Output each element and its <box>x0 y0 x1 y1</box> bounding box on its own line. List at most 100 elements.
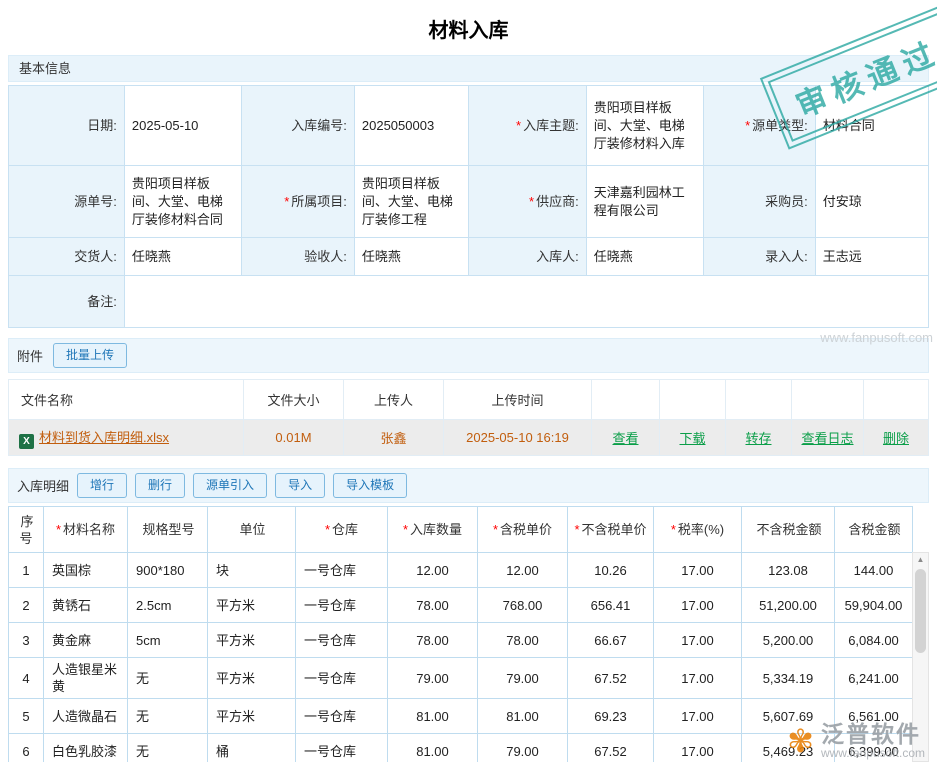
delete-row-button[interactable]: 删行 <box>135 473 185 498</box>
cell-amount-with-tax: 6,084.00 <box>835 623 913 658</box>
form-row-4: 备注: <box>9 276 929 328</box>
cell-warehouse: 一号仓库 <box>296 734 388 763</box>
col-header-spec-model: 规格型号 <box>128 507 208 553</box>
cell-tax-rate: 17.00 <box>654 553 742 588</box>
basic-info-table: 日期: 2025-05-10 入库编号: 2025050003 *入库主题: 贵… <box>8 85 929 328</box>
col-header-material-name: *材料名称 <box>44 507 128 553</box>
col-header-action <box>792 380 864 420</box>
cell-seq: 3 <box>9 623 44 658</box>
cell-material-name: 人造银星米黄 <box>44 658 128 699</box>
delete-link[interactable]: 删除 <box>883 431 909 446</box>
field-value-subject: 贵阳项目样板间、大堂、电梯厅装修材料入库 <box>586 86 703 166</box>
view-link[interactable]: 查看 <box>612 431 638 446</box>
attachment-file-link[interactable]: 材料到货入库明细.xlsx <box>39 430 169 445</box>
detail-toolbar: 入库明细 增行 删行 源单引入 导入 导入模板 <box>8 468 929 503</box>
col-header-unit: 单位 <box>208 507 296 553</box>
cell-spec: 5cm <box>128 623 208 658</box>
field-label-project: *所属项目: <box>241 166 354 238</box>
detail-section-title: 入库明细 <box>17 476 69 495</box>
detail-row: 3 黄金麻 5cm 平方米 一号仓库 78.00 78.00 66.67 17.… <box>9 623 913 658</box>
import-from-source-button[interactable]: 源单引入 <box>193 473 267 498</box>
detail-row: 6 白色乳胶漆 无 桶 一号仓库 81.00 79.00 67.52 17.00… <box>9 734 913 763</box>
cell-price-with-tax: 79.00 <box>478 734 568 763</box>
scrollbar-up-arrow-icon[interactable]: ▲ <box>913 553 928 567</box>
field-label-supplier: *供应商: <box>468 166 586 238</box>
cell-warehouse: 一号仓库 <box>296 699 388 734</box>
attachment-action-cell: 删除 <box>864 420 929 456</box>
cell-price-with-tax: 78.00 <box>478 623 568 658</box>
attachment-uploader: 张鑫 <box>344 420 444 456</box>
col-header-action <box>660 380 726 420</box>
col-header-quantity: *入库数量 <box>388 507 478 553</box>
cell-material-name: 人造微晶石 <box>44 699 128 734</box>
cell-price-with-tax: 81.00 <box>478 699 568 734</box>
cell-tax-rate: 17.00 <box>654 734 742 763</box>
cell-material-name: 英国棕 <box>44 553 128 588</box>
cell-amount-with-tax: 6,241.00 <box>835 658 913 699</box>
add-row-button[interactable]: 增行 <box>77 473 127 498</box>
field-value-stock-keeper: 任晓燕 <box>586 238 703 276</box>
cell-quantity: 78.00 <box>388 623 478 658</box>
batch-upload-button[interactable]: 批量上传 <box>53 343 127 368</box>
attachments-bar: 附件 批量上传 <box>8 338 929 373</box>
scrollbar-thumb[interactable] <box>915 569 926 653</box>
cell-tax-rate: 17.00 <box>654 588 742 623</box>
attachment-file-name-cell: X材料到货入库明细.xlsx <box>9 420 244 456</box>
cell-warehouse: 一号仓库 <box>296 623 388 658</box>
attachment-action-cell: 查看 <box>592 420 660 456</box>
vertical-scrollbar[interactable]: ▲ <box>912 552 929 762</box>
col-header-action <box>726 380 792 420</box>
cell-price-no-tax: 656.41 <box>568 588 654 623</box>
col-header-amount-with-tax: 含税金额 <box>835 507 913 553</box>
save-as-link[interactable]: 转存 <box>745 431 771 446</box>
field-value-source-type: 材料合同 <box>815 86 928 166</box>
cell-spec: 900*180 <box>128 553 208 588</box>
basic-info-section-header: 基本信息 <box>8 55 929 82</box>
detail-row: 1 英国棕 900*180 块 一号仓库 12.00 12.00 10.26 1… <box>9 553 913 588</box>
field-value-date: 2025-05-10 <box>124 86 241 166</box>
attachment-action-cell: 转存 <box>726 420 792 456</box>
field-label-subject: *入库主题: <box>468 86 586 166</box>
cell-warehouse: 一号仓库 <box>296 588 388 623</box>
import-button[interactable]: 导入 <box>275 473 325 498</box>
cell-unit: 平方米 <box>208 658 296 699</box>
attachments-section-title: 附件 <box>17 346 43 365</box>
field-label-buyer: 采购员: <box>703 166 815 238</box>
col-header-file-size: 文件大小 <box>244 380 344 420</box>
col-header-file-name: 文件名称 <box>9 380 244 420</box>
col-header-price-with-tax: *含税单价 <box>478 507 568 553</box>
cell-warehouse: 一号仓库 <box>296 658 388 699</box>
cell-price-with-tax: 12.00 <box>478 553 568 588</box>
import-template-button[interactable]: 导入模板 <box>333 473 407 498</box>
field-value-remark <box>124 276 928 328</box>
col-header-amount-no-tax: 不含税金额 <box>742 507 835 553</box>
field-value-entry-no: 2025050003 <box>354 86 468 166</box>
col-header-upload-time: 上传时间 <box>444 380 592 420</box>
col-header-price-no-tax: *不含税单价 <box>568 507 654 553</box>
cell-tax-rate: 17.00 <box>654 623 742 658</box>
view-log-link[interactable]: 查看日志 <box>801 431 853 446</box>
cell-amount-no-tax: 5,469.23 <box>742 734 835 763</box>
required-marker: * <box>529 194 534 209</box>
cell-quantity: 12.00 <box>388 553 478 588</box>
field-value-buyer: 付安琼 <box>815 166 928 238</box>
cell-unit: 平方米 <box>208 623 296 658</box>
col-header-seq: 序号 <box>9 507 44 553</box>
cell-seq: 6 <box>9 734 44 763</box>
cell-material-name: 黄锈石 <box>44 588 128 623</box>
required-marker: * <box>745 118 750 133</box>
field-label-source-no: 源单号: <box>9 166 125 238</box>
cell-amount-no-tax: 51,200.00 <box>742 588 835 623</box>
col-header-action <box>864 380 929 420</box>
field-value-inspector: 任晓燕 <box>354 238 468 276</box>
cell-amount-with-tax: 59,904.00 <box>835 588 913 623</box>
download-link[interactable]: 下载 <box>679 431 705 446</box>
cell-unit: 平方米 <box>208 699 296 734</box>
required-marker: * <box>516 118 521 133</box>
cell-amount-no-tax: 5,607.69 <box>742 699 835 734</box>
attachment-action-cell: 下载 <box>660 420 726 456</box>
cell-seq: 1 <box>9 553 44 588</box>
col-header-uploader: 上传人 <box>344 380 444 420</box>
cell-unit: 桶 <box>208 734 296 763</box>
cell-quantity: 78.00 <box>388 588 478 623</box>
